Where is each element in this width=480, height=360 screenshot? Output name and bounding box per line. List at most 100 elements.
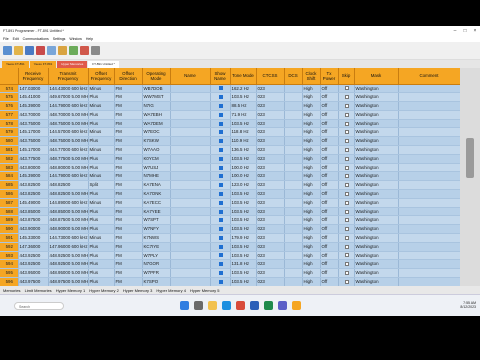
read-radio-icon[interactable] (69, 46, 78, 55)
paste-icon[interactable] (58, 46, 67, 55)
cut-icon[interactable] (36, 46, 45, 55)
table-row[interactable]: 581 145.17000 444.77000 600 kHz Minus FM W7AA… (0, 145, 461, 155)
col-header-comment[interactable]: Comment (398, 68, 461, 85)
skip-checkbox-icon[interactable] (344, 156, 349, 161)
cell-show-name[interactable] (210, 189, 231, 199)
close-icon[interactable]: × (470, 28, 480, 34)
sheet-tab-hyper-memory-3[interactable]: Hyper Memory 3 (123, 288, 153, 293)
cell-receive-frequency[interactable]: 147.36000 (18, 242, 49, 252)
show-name-marker-icon[interactable] (218, 130, 223, 135)
sheet-tab-hyper-memory-5[interactable]: Hyper Memory 5 (190, 288, 220, 293)
cell-operating-mode[interactable]: WB7DOB (142, 84, 171, 94)
cell-ctcss[interactable]: 023 (256, 171, 285, 182)
cell-transmit-frequency[interactable]: 144.73000 600 kHz (48, 233, 89, 243)
cell-tone-mode[interactable]: 71.9 Hz (230, 110, 257, 120)
cell-operating-mode[interactable]: N7IG (142, 101, 171, 111)
table-row[interactable]: 585 443.82500 448.82500 Split FM KA7ENA 123.0 … (0, 180, 461, 191)
skip-checkbox-icon[interactable] (344, 147, 349, 152)
cell-tone-mode[interactable]: 103.5 Hz (230, 119, 257, 129)
cell-show-name[interactable] (210, 127, 231, 138)
cell-name[interactable] (170, 136, 211, 147)
skip-checkbox-icon[interactable] (344, 183, 349, 188)
cell-tone-mode[interactable]: 136.5 Hz (230, 145, 257, 155)
cell-clock-shift[interactable]: High (302, 277, 321, 286)
cell-tone-mode[interactable]: 162.2 Hz (230, 84, 257, 94)
cell-receive-frequency[interactable]: 145.39000 (18, 101, 49, 111)
cell-row-number[interactable]: 590 (0, 224, 19, 235)
cell-show-name[interactable] (210, 180, 231, 191)
cell-offset-frequency[interactable]: Plus (88, 110, 115, 120)
cell-dcs[interactable] (284, 180, 303, 191)
col-header-tx-power[interactable]: Tx Power (320, 68, 339, 85)
cell-name[interactable] (170, 207, 211, 217)
table-row[interactable]: 591 145.33000 144.73000 600 kHz Minus FM K7NW… (0, 233, 461, 243)
menu-file[interactable]: File (3, 37, 9, 41)
cell-offset-frequency[interactable]: Plus (88, 224, 115, 235)
table-row[interactable]: 583 443.80000 448.80000 5.00 MHz Plus FM W7US… (0, 163, 461, 173)
cell-ctcss[interactable]: 023 (256, 215, 285, 226)
show-name-marker-icon[interactable] (218, 174, 223, 179)
cell-tone-mode[interactable]: 103.5 Hz (230, 207, 257, 217)
cell-skip[interactable] (338, 198, 355, 208)
cell-comment[interactable] (398, 154, 461, 164)
cell-tone-mode[interactable]: 100.0 Hz (230, 171, 257, 182)
skip-checkbox-icon[interactable] (344, 95, 349, 100)
table-row[interactable]: 586 443.82500 448.82500 5.00 MHz Plus FM KA7O… (0, 189, 461, 199)
cell-receive-frequency[interactable]: 443.82500 (18, 189, 49, 199)
cell-operating-mode[interactable]: W7PFR (142, 268, 171, 279)
cell-operating-mode[interactable]: K7SPO (142, 277, 171, 286)
cell-receive-frequency[interactable]: 443.90000 (18, 224, 49, 235)
cell-operating-mode[interactable]: K0YCM (142, 154, 171, 164)
skip-checkbox-icon[interactable] (344, 253, 349, 258)
cell-transmit-frequency[interactable]: 448.77500 5.00 MHz (48, 154, 89, 164)
cell-offset-frequency[interactable]: Plus (88, 268, 115, 279)
cell-skip[interactable] (338, 259, 355, 270)
cell-offset-direction[interactable]: FM (114, 251, 143, 261)
skip-checkbox-icon[interactable] (344, 103, 349, 108)
skip-checkbox-icon[interactable] (344, 262, 349, 267)
cell-name[interactable] (170, 180, 211, 191)
cell-show-name[interactable] (210, 136, 231, 147)
cell-mask[interactable]: Washington (354, 251, 399, 261)
cell-operating-mode[interactable]: N7GOR (142, 259, 171, 270)
cell-offset-direction[interactable]: FM (114, 268, 143, 279)
sheet-tab-limit-memories[interactable]: Limit Memories (25, 288, 52, 293)
cell-offset-frequency[interactable]: Plus (88, 215, 115, 226)
skip-checkbox-icon[interactable] (344, 200, 349, 205)
cell-clock-shift[interactable]: High (302, 268, 321, 279)
cell-comment[interactable] (398, 136, 461, 147)
cell-offset-direction[interactable]: FM (114, 119, 143, 129)
table-row[interactable]: 590 443.90000 448.90000 5.00 MHz Plus FM W7NF… (0, 224, 461, 235)
tab-hyper-memories[interactable]: Hyper Memories (57, 61, 88, 68)
cell-receive-frequency[interactable]: 443.92500 (18, 259, 49, 270)
cell-receive-frequency[interactable]: 443.75000 (18, 119, 49, 129)
cell-show-name[interactable] (210, 207, 231, 217)
open-folder-icon[interactable] (14, 46, 23, 55)
settings-icon[interactable] (91, 46, 100, 55)
cell-clock-shift[interactable]: High (302, 84, 321, 94)
cell-tone-mode[interactable]: 103.5 Hz (230, 224, 257, 235)
cell-name[interactable] (170, 215, 211, 226)
cell-dcs[interactable] (284, 242, 303, 252)
cell-ctcss[interactable]: 023 (256, 180, 285, 191)
cell-skip[interactable] (338, 127, 355, 138)
start-icon[interactable] (179, 301, 189, 310)
cell-operating-mode[interactable]: W7PLY (142, 251, 171, 261)
cell-mask[interactable]: Washington (354, 242, 399, 252)
show-name-marker-icon[interactable] (218, 235, 223, 240)
cell-operating-mode[interactable]: W7USJ (142, 163, 171, 173)
cell-clock-shift[interactable]: High (302, 110, 321, 120)
cell-offset-direction[interactable]: FM (114, 180, 143, 191)
cell-offset-direction[interactable]: FM (114, 110, 143, 120)
cell-mask[interactable]: Washington (354, 268, 399, 279)
cell-tone-mode[interactable]: 100.0 Hz (230, 163, 257, 173)
cell-clock-shift[interactable]: High (302, 101, 321, 111)
cell-mask[interactable]: Washington (354, 84, 399, 94)
table-row[interactable]: 584 145.39000 144.79000 600 kHz Minus FM N7MH… (0, 171, 461, 182)
cell-tx-power[interactable]: Off (320, 224, 339, 235)
show-name-marker-icon[interactable] (218, 209, 223, 214)
skip-checkbox-icon[interactable] (344, 121, 349, 126)
cell-tx-power[interactable]: Off (320, 198, 339, 208)
cell-dcs[interactable] (284, 207, 303, 217)
cell-operating-mode[interactable]: WA7EBH (142, 110, 171, 120)
